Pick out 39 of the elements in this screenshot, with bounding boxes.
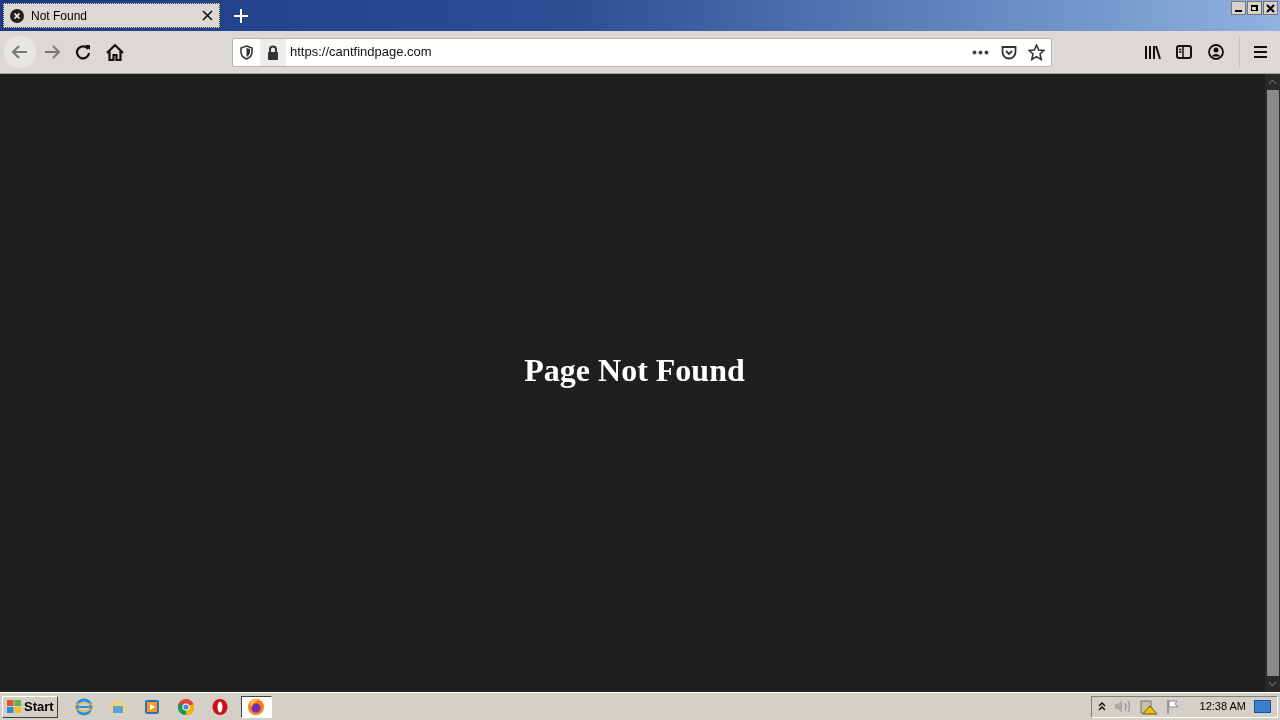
taskbar-app[interactable] (240, 695, 272, 718)
more-icon[interactable] (972, 49, 989, 55)
globe-e-icon (74, 697, 93, 716)
scroll-up-icon[interactable] (1268, 79, 1277, 85)
url-text: https://cantfindpage.com (290, 43, 433, 62)
start-button[interactable]: Start (2, 695, 58, 718)
network-warning-icon[interactable] (1139, 698, 1158, 715)
pocket-icon[interactable] (1001, 44, 1017, 60)
minimize-button[interactable] (1231, 1, 1246, 15)
page-heading: Page Not Found (524, 351, 745, 390)
scroll-down-icon[interactable] (1268, 681, 1277, 687)
restore-button[interactable] (1247, 1, 1262, 15)
clock[interactable]: 12:38 AM (1199, 698, 1246, 715)
play-icon (142, 697, 161, 716)
chrome-icon (176, 697, 195, 716)
menu-icon[interactable] (1254, 46, 1267, 58)
sidebar-icon[interactable] (1176, 45, 1192, 59)
browser-tab[interactable]: Not Found (3, 3, 220, 28)
library-icon[interactable] (1144, 44, 1161, 60)
home-icon[interactable] (106, 43, 124, 61)
chevron-up-icon[interactable] (1097, 701, 1106, 712)
tab-title: Not Found (31, 7, 89, 25)
new-tab-icon[interactable] (234, 9, 248, 23)
account-icon[interactable] (1208, 44, 1224, 60)
address-bar[interactable]: https://cantfindpage.com (232, 37, 1052, 67)
scrollbar[interactable] (1265, 74, 1280, 692)
close-icon[interactable] (202, 10, 213, 21)
error-icon (10, 8, 24, 23)
back-button[interactable] (4, 36, 36, 68)
back-arrow-icon (11, 44, 29, 60)
star-icon[interactable] (1028, 43, 1045, 61)
shield-icon[interactable] (240, 44, 253, 60)
forward-icon[interactable] (43, 44, 61, 60)
reload-icon[interactable] (75, 44, 91, 60)
close-button[interactable] (1263, 1, 1278, 15)
firefox-icon (247, 697, 266, 716)
windows-logo-icon (6, 699, 22, 714)
opera-icon (210, 697, 229, 716)
lock-icon[interactable] (267, 44, 279, 60)
